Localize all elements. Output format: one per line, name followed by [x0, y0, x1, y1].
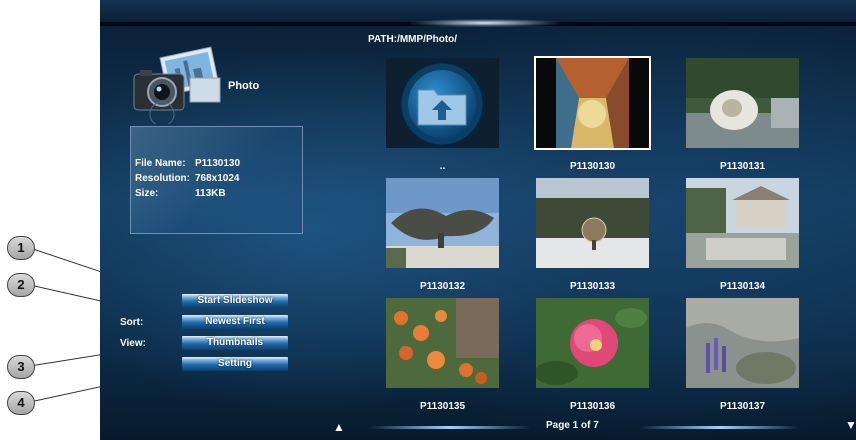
thumbnail-caption: P1130132: [419, 281, 466, 292]
photo-camera-icon: [133, 46, 221, 124]
photo-mirror-sphere: [536, 178, 649, 268]
photo-rock-bluebells: [686, 298, 799, 388]
photo-stained-glass: [536, 58, 649, 148]
sort-newest-first-button[interactable]: Newest First: [182, 315, 288, 329]
thumbnail-p1130131[interactable]: [686, 58, 799, 148]
thumbnail-caption: P1130134: [719, 281, 766, 292]
thumbnail-p1130136[interactable]: [536, 298, 649, 388]
photo-metal-sculpture: [386, 178, 499, 268]
thumbnail-caption: P1130136: [569, 401, 616, 412]
top-glow: [410, 19, 560, 27]
view-thumbnails-button[interactable]: Thumbnails: [182, 336, 288, 350]
resolution-value: 768x1024: [195, 173, 240, 184]
thumbnail-p1130137[interactable]: [686, 298, 799, 388]
file-name-value: P1130130: [195, 158, 241, 169]
page-indicator: Page 1 of 7: [546, 420, 599, 431]
photo-pink-flower: [536, 298, 649, 388]
thumbnail-p1130133[interactable]: [536, 178, 649, 268]
sort-label: Sort:: [120, 317, 144, 328]
size-row: Size: 113KB: [135, 188, 226, 199]
size-value: 113KB: [195, 188, 226, 199]
start-slideshow-button[interactable]: Start Slideshow: [182, 294, 288, 308]
resolution-label: Resolution:: [135, 173, 190, 184]
photo-orange-flowers: [386, 298, 499, 388]
thumbnail-caption: P1130131: [719, 161, 766, 172]
thumbnail-p1130130[interactable]: [534, 56, 651, 150]
callout-4: 4: [7, 391, 35, 415]
triangle-up-icon[interactable]: ▲: [333, 420, 345, 434]
thumbnail-caption: P1130137: [719, 401, 766, 412]
thumbnail-caption: P1130130: [569, 161, 616, 172]
size-label: Size:: [135, 188, 159, 199]
file-info-panel: File Name: P1130130 Resolution: 768x1024…: [130, 126, 303, 234]
thumbnail-caption: ..: [439, 161, 446, 172]
media-player-screen: PATH:/MMP/Photo/ Photo File Name: P11301…: [100, 0, 856, 440]
callout-3: 3: [7, 355, 35, 379]
file-name-label: File Name:: [135, 158, 186, 169]
thumbnail-parent-folder[interactable]: [386, 58, 499, 148]
file-name-row: File Name: P1130130: [135, 158, 240, 169]
triangle-down-icon[interactable]: ▼: [845, 418, 856, 432]
view-label: View:: [120, 338, 146, 349]
photo-app-title: Photo: [228, 80, 260, 92]
folder-up-icon: [386, 58, 499, 148]
callout-2: 2: [7, 273, 35, 297]
thumbnail-caption: P1130133: [569, 281, 616, 292]
setting-button[interactable]: Setting: [182, 357, 288, 371]
thumbnail-p1130134[interactable]: [686, 178, 799, 268]
thumbnail-p1130135[interactable]: [386, 298, 499, 388]
path-breadcrumb: PATH:/MMP/Photo/: [368, 34, 458, 45]
photo-stone-fountain: [686, 58, 799, 148]
photo-garden-house: [686, 178, 799, 268]
resolution-row: Resolution: 768x1024: [135, 173, 240, 184]
thumbnail-p1130132[interactable]: [386, 178, 499, 268]
thumbnail-caption: P1130135: [419, 401, 466, 412]
callout-1: 1: [7, 236, 35, 260]
